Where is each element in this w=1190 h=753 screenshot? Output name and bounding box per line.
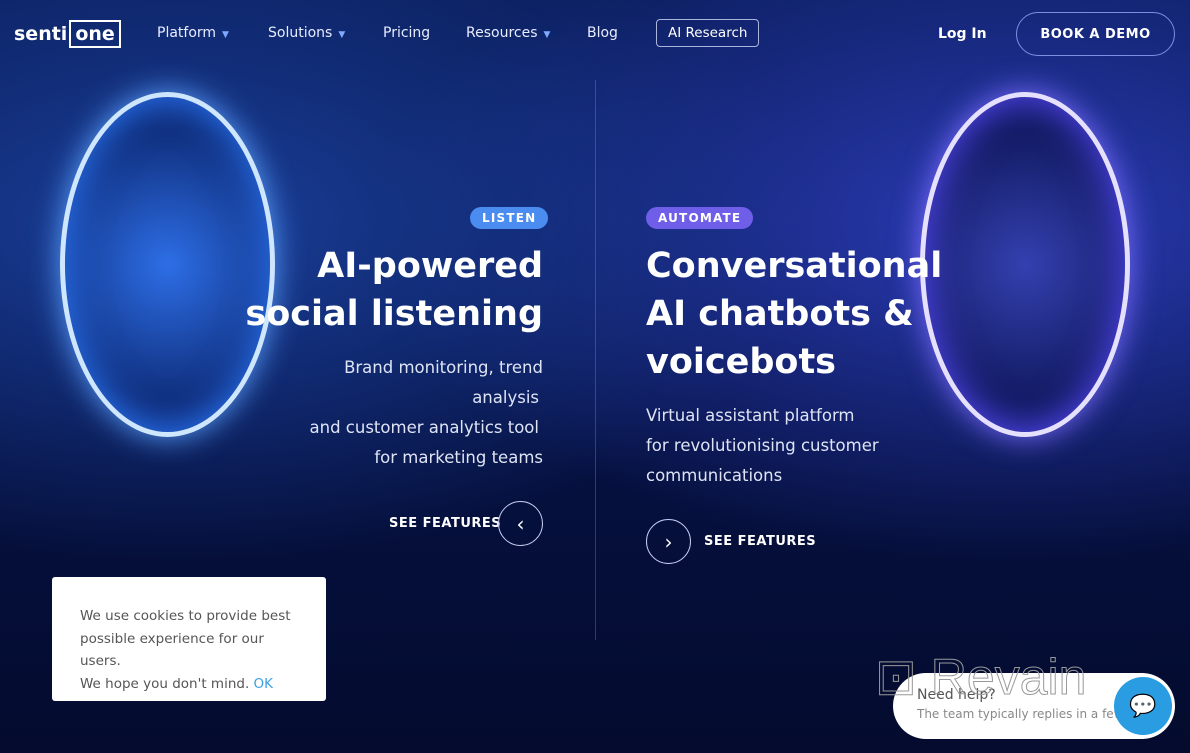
cookie-ok-button[interactable]: OK bbox=[254, 676, 273, 692]
listening-portal-illustration bbox=[60, 92, 275, 437]
login-link[interactable]: Log In bbox=[938, 26, 987, 42]
sentione-logo[interactable]: senti one bbox=[14, 20, 121, 48]
automate-title: Conversational AI chatbots & voicebots bbox=[646, 242, 942, 386]
title-line: Conversational bbox=[646, 246, 943, 286]
subtitle-line: analysis bbox=[472, 388, 539, 407]
hero-divider bbox=[595, 80, 596, 640]
listen-title: AI-powered social listening bbox=[245, 242, 543, 338]
chat-bubble-icon[interactable]: 💬 bbox=[1114, 677, 1172, 735]
automate-see-features[interactable]: SEE FEATURES bbox=[704, 534, 816, 549]
nav-platform[interactable]: Platform ▼ bbox=[157, 25, 229, 41]
nav-resources[interactable]: Resources ▼ bbox=[466, 25, 550, 41]
chevron-right-icon[interactable]: › bbox=[646, 519, 691, 564]
caret-down-icon: ▼ bbox=[222, 30, 229, 40]
subtitle-line: Virtual assistant platform bbox=[646, 406, 855, 425]
automate-subtitle: Virtual assistant platform for revolutio… bbox=[646, 401, 879, 491]
automate-tag: AUTOMATE bbox=[646, 207, 754, 229]
subtitle-line: and customer analytics tool bbox=[309, 418, 539, 437]
title-line: voicebots bbox=[646, 342, 837, 382]
title-line: AI chatbots & bbox=[646, 294, 914, 334]
ai-research-button[interactable]: AI Research bbox=[656, 19, 760, 47]
chatbot-portal-illustration bbox=[920, 92, 1130, 437]
cookie-banner: We use cookies to provide best possible … bbox=[52, 577, 326, 701]
listen-subtitle: Brand monitoring, trend analysis and cus… bbox=[310, 353, 543, 473]
nav-label: Pricing bbox=[383, 25, 431, 41]
listen-see-features[interactable]: SEE FEATURES bbox=[389, 516, 501, 531]
book-demo-button[interactable]: BOOK A DEMO bbox=[1016, 12, 1175, 56]
nav-label: Blog bbox=[587, 25, 618, 41]
subtitle-line: communications bbox=[646, 466, 783, 485]
nav-label: Solutions bbox=[268, 25, 333, 41]
title-line: social listening bbox=[245, 294, 543, 334]
caret-down-icon: ▼ bbox=[338, 30, 346, 40]
nav-label: Platform bbox=[157, 25, 217, 41]
nav-label: Resources bbox=[466, 25, 538, 41]
subtitle-line: for marketing teams bbox=[374, 448, 543, 467]
cookie-text: possible experience for our users. bbox=[80, 630, 264, 670]
nav-blog[interactable]: Blog bbox=[587, 25, 618, 41]
subtitle-line: Brand monitoring, trend bbox=[344, 358, 543, 377]
cookie-text: We use cookies to provide best bbox=[80, 608, 291, 624]
caret-down-icon: ▼ bbox=[543, 30, 551, 40]
chevron-left-icon[interactable]: ‹ bbox=[498, 501, 543, 546]
cookie-text: We hope you don't mind. bbox=[80, 675, 250, 692]
subtitle-line: for revolutionising customer bbox=[646, 436, 879, 455]
logo-text: senti bbox=[14, 23, 68, 45]
top-nav: senti one Platform ▼ Solutions ▼ Pricing Re… bbox=[0, 0, 1190, 68]
listen-tag: LISTEN bbox=[470, 207, 549, 229]
nav-pricing[interactable]: Pricing bbox=[383, 25, 430, 41]
logo-box: one bbox=[69, 20, 121, 48]
title-line: AI-powered bbox=[317, 246, 543, 286]
nav-solutions[interactable]: Solutions ▼ bbox=[268, 25, 345, 41]
